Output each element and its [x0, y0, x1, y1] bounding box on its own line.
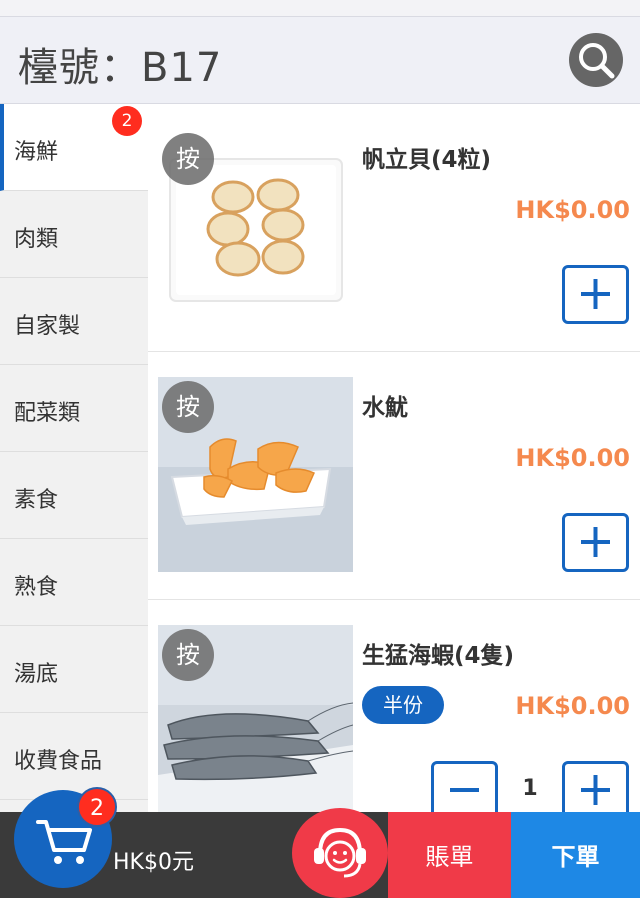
- category-count-badge: 2: [112, 106, 142, 136]
- minus-icon: [450, 788, 479, 792]
- product-name: 帆立貝(4粒): [362, 147, 492, 173]
- header: 檯號：B17: [0, 16, 640, 104]
- sidebar-item-label: 素食: [14, 488, 59, 513]
- bill-button[interactable]: 賬單: [388, 812, 511, 898]
- product-card: 按 帆立貝(4粒) HK$0.00: [148, 104, 640, 352]
- product-image-squid[interactable]: 按: [158, 377, 353, 572]
- product-image-prawns[interactable]: 按: [158, 625, 353, 820]
- cart-total: HK$0元: [113, 850, 194, 875]
- sidebar-item-label: 收費食品: [14, 749, 103, 774]
- product-card: 按 水魷 HK$0.00: [148, 352, 640, 600]
- page-title: 檯號：B17: [18, 45, 223, 91]
- sidebar-item-homemade[interactable]: 自家製: [0, 278, 148, 365]
- cart-count-badge: 2: [77, 787, 117, 827]
- press-hint-badge: 按: [162, 133, 214, 185]
- press-hint-badge: 按: [162, 381, 214, 433]
- sidebar-item-vegetarian[interactable]: 素食: [0, 452, 148, 539]
- product-card: 按 生猛海蝦(4隻) 半份 HK$0.00 1: [148, 600, 640, 848]
- product-price: HK$0.00: [515, 444, 630, 472]
- sidebar-item-label: 熟食: [14, 575, 59, 600]
- plus-icon: [581, 775, 610, 805]
- product-price: HK$0.00: [515, 692, 630, 720]
- plus-icon: [581, 527, 610, 557]
- quantity-value: 1: [522, 776, 538, 801]
- sidebar-item-label: 自家製: [14, 314, 81, 339]
- product-name: 水魷: [362, 395, 408, 421]
- sidebar-item-paid-items[interactable]: 收費食品: [0, 713, 148, 800]
- plus-icon: [581, 279, 610, 309]
- sidebar-item-label: 湯底: [14, 662, 59, 687]
- sidebar-item-soup-base[interactable]: 湯底: [0, 626, 148, 713]
- press-hint-badge: 按: [162, 629, 214, 681]
- sidebar-item-meat[interactable]: 肉類: [0, 191, 148, 278]
- sidebar-item-label: 肉類: [14, 227, 59, 252]
- sidebar-item-seafood[interactable]: 海鮮 2: [0, 104, 148, 191]
- product-image-scallops[interactable]: 按: [158, 129, 353, 324]
- call-service-button[interactable]: [292, 808, 388, 898]
- search-icon: [579, 43, 615, 79]
- sidebar-item-side-dishes[interactable]: 配菜類: [0, 365, 148, 452]
- sidebar-item-cooked-food[interactable]: 熟食: [0, 539, 148, 626]
- add-button[interactable]: [562, 265, 629, 324]
- search-button[interactable]: [569, 33, 623, 87]
- place-order-button[interactable]: 下單: [511, 812, 640, 898]
- product-name: 生猛海蝦(4隻): [362, 643, 515, 669]
- category-sidebar: 海鮮 2 肉類 自家製 配菜類 素食 熟食 湯底 收費食品: [0, 104, 148, 814]
- half-portion-badge[interactable]: 半份: [362, 686, 444, 724]
- status-bar: [0, 0, 640, 16]
- sidebar-item-label: 配菜類: [14, 401, 81, 426]
- customer-service-icon: [314, 827, 366, 878]
- add-button[interactable]: [562, 513, 629, 572]
- product-price: HK$0.00: [515, 196, 630, 224]
- sidebar-item-label: 海鮮: [14, 140, 59, 165]
